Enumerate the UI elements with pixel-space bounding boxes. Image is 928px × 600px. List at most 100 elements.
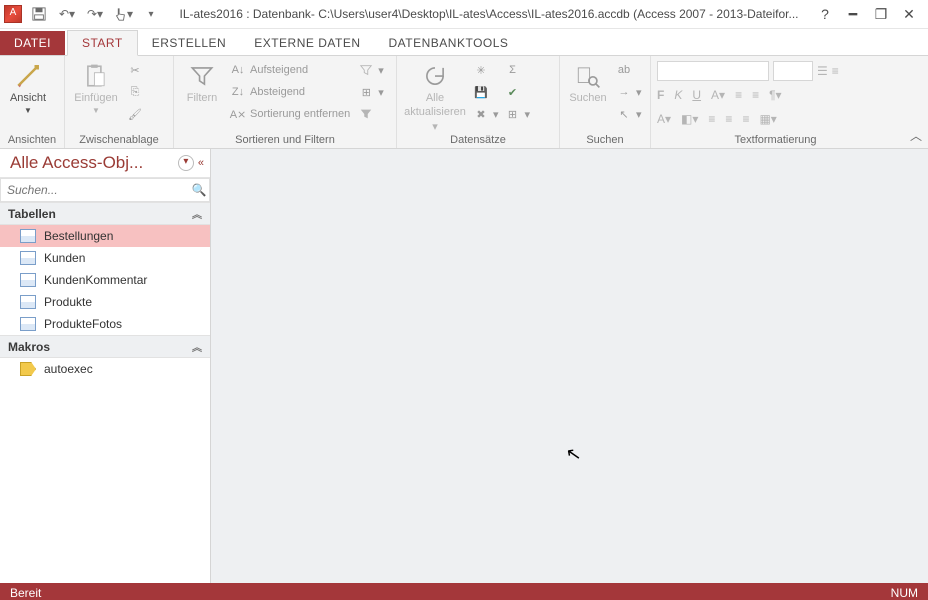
- statusbar: Bereit NUM: [0, 583, 928, 600]
- qat-save-icon[interactable]: [28, 3, 50, 25]
- macro-autoexec[interactable]: autoexec: [0, 358, 210, 380]
- ansicht-label: Ansicht: [10, 92, 46, 104]
- absteigend-button[interactable]: Z↓Absteigend: [230, 82, 350, 102]
- collapse-ribbon-icon[interactable]: ︿: [900, 127, 928, 148]
- table-bestellungen[interactable]: Bestellungen: [0, 225, 210, 247]
- status-right: NUM: [891, 586, 918, 600]
- nav-title: Alle Access-Obj...: [10, 153, 143, 173]
- nav-dropdown-icon[interactable]: ▾: [178, 155, 194, 171]
- workspace: ↖: [211, 149, 928, 583]
- restore-button[interactable]: ❐: [872, 6, 890, 23]
- align-center-icon[interactable]: ≡: [725, 112, 732, 126]
- search-icon[interactable]: 🔍: [189, 183, 209, 197]
- table-kunden[interactable]: Kunden: [0, 247, 210, 269]
- chevron-up-icon: ︽: [192, 339, 202, 354]
- minimize-button[interactable]: ━: [844, 6, 862, 23]
- gridlines-icon[interactable]: ▦▾: [759, 112, 776, 126]
- qat-touch-icon[interactable]: ▾: [112, 3, 134, 25]
- group-suchen: Suchen ab →▾ ↖▾ Suchen: [560, 56, 651, 148]
- italic-icon[interactable]: K: [674, 88, 682, 102]
- qat-customize-icon[interactable]: ▾: [140, 3, 162, 25]
- ansicht-button[interactable]: Ansicht ▼: [6, 60, 50, 115]
- delete-record-icon[interactable]: ✖▾: [473, 104, 499, 124]
- search-input[interactable]: [1, 181, 189, 199]
- para-dir-icon[interactable]: ¶▾: [769, 88, 781, 102]
- group-ansichten: Ansicht ▼ Ansichten: [0, 56, 65, 148]
- table-produktefotos[interactable]: ProdukteFotos: [0, 313, 210, 335]
- suchen-label: Suchen: [569, 92, 606, 104]
- einfuegen-button[interactable]: Einfügen ▼: [71, 60, 121, 115]
- cut-icon[interactable]: ✂: [127, 60, 143, 80]
- table-icon: [20, 295, 36, 309]
- font-size-combobox[interactable]: [773, 61, 813, 81]
- new-record-icon[interactable]: ✳: [473, 60, 499, 80]
- spelling-icon[interactable]: ✔: [505, 82, 531, 102]
- numbering-icon[interactable]: ≡: [832, 64, 839, 78]
- bold-icon[interactable]: F: [657, 88, 664, 102]
- navigation-pane: Alle Access-Obj... ▾ « 🔍 Tabellen ︽ Best…: [0, 149, 211, 583]
- aufsteigend-button[interactable]: A↓Aufsteigend: [230, 60, 350, 80]
- font-name-combobox[interactable]: [657, 61, 769, 81]
- group-sortfilter-label: Sortieren und Filtern: [180, 134, 390, 148]
- advanced-filter-icon[interactable]: ⊞▾: [358, 82, 384, 102]
- tab-datenbanktools[interactable]: DATENBANKTOOLS: [375, 31, 523, 55]
- indent-decrease-icon[interactable]: ≡: [735, 88, 742, 102]
- underline-icon[interactable]: U: [692, 88, 701, 102]
- nav-header[interactable]: Alle Access-Obj... ▾ «: [0, 149, 210, 178]
- table-kundenkommentar[interactable]: KundenKommentar: [0, 269, 210, 291]
- totals-icon[interactable]: Σ: [505, 60, 531, 80]
- goto-icon[interactable]: →▾: [616, 82, 642, 102]
- group-tabellen-header[interactable]: Tabellen ︽: [0, 202, 210, 225]
- access-app-icon: A: [4, 5, 22, 23]
- tab-externe-daten[interactable]: EXTERNE DATEN: [240, 31, 374, 55]
- suchen-button[interactable]: Suchen: [566, 60, 610, 104]
- ribbon-tabs: DATEI START ERSTELLEN EXTERNE DATEN DATE…: [0, 29, 928, 56]
- selection-filter-icon[interactable]: ▾: [358, 60, 384, 80]
- replace-icon[interactable]: ab: [616, 60, 642, 80]
- align-right-icon[interactable]: ≡: [742, 112, 749, 126]
- chevron-down-icon: ▼: [24, 106, 32, 115]
- group-makros-header[interactable]: Makros ︽: [0, 335, 210, 358]
- filtern-button[interactable]: Filtern: [180, 60, 224, 104]
- nav-collapse-icon[interactable]: «: [198, 157, 204, 169]
- table-icon: [20, 273, 36, 287]
- group-makros-label: Makros: [8, 340, 50, 354]
- chevron-down-icon: ▼: [92, 106, 100, 115]
- copy-icon[interactable]: ⎘: [127, 82, 143, 102]
- table-produkte[interactable]: Produkte: [0, 291, 210, 313]
- more-records-icon[interactable]: ⊞▾: [505, 104, 531, 124]
- ribbon: Ansicht ▼ Ansichten Einfügen ▼ ✂ ⎘ 🖌 Zwi…: [0, 56, 928, 149]
- tab-datei[interactable]: DATEI: [0, 31, 65, 55]
- toggle-filter-icon[interactable]: [358, 104, 384, 124]
- tab-start[interactable]: START: [67, 30, 138, 56]
- align-left-icon[interactable]: ≡: [708, 112, 715, 126]
- nav-item-label: Bestellungen: [44, 229, 113, 243]
- window-title: IL-ates2016 : Datenbank- C:\Users\user4\…: [168, 7, 810, 21]
- table-icon: [20, 317, 36, 331]
- filtern-label: Filtern: [187, 92, 218, 104]
- indent-increase-icon[interactable]: ≡: [752, 88, 759, 102]
- alle-aktualisieren-button[interactable]: Alle aktualisieren▾: [403, 60, 467, 133]
- qat-redo-icon[interactable]: ↷▾: [84, 3, 106, 25]
- font-color-icon[interactable]: A▾: [711, 88, 725, 102]
- nav-item-label: autoexec: [44, 362, 93, 376]
- sortierung-entfernen-button[interactable]: A⨯Sortierung entfernen: [230, 104, 350, 124]
- save-record-icon[interactable]: 💾: [473, 82, 499, 102]
- group-tabellen-label: Tabellen: [8, 207, 56, 221]
- macro-icon: [20, 362, 36, 376]
- format-painter-icon[interactable]: 🖌: [127, 104, 143, 124]
- nav-search: 🔍: [0, 178, 210, 202]
- select-icon[interactable]: ↖▾: [616, 104, 642, 124]
- highlight-icon[interactable]: A▾: [657, 112, 671, 126]
- group-textformatierung: ☰ ≡ F K U A▾ ≡ ≡ ¶▾ A▾ ◧▾ ≡ ≡ ≡ ▦▾ Textf…: [651, 56, 900, 148]
- close-button[interactable]: ✕: [900, 6, 918, 23]
- einfuegen-label: Einfügen: [74, 92, 117, 104]
- tab-erstellen[interactable]: ERSTELLEN: [138, 31, 241, 55]
- table-icon: [20, 229, 36, 243]
- bullets-icon[interactable]: ☰: [817, 64, 828, 78]
- help-button[interactable]: ?: [816, 6, 834, 22]
- qat-undo-icon[interactable]: ↶▾: [56, 3, 78, 25]
- nav-item-label: KundenKommentar: [44, 273, 147, 287]
- status-left: Bereit: [10, 586, 41, 600]
- fill-color-icon[interactable]: ◧▾: [681, 112, 698, 126]
